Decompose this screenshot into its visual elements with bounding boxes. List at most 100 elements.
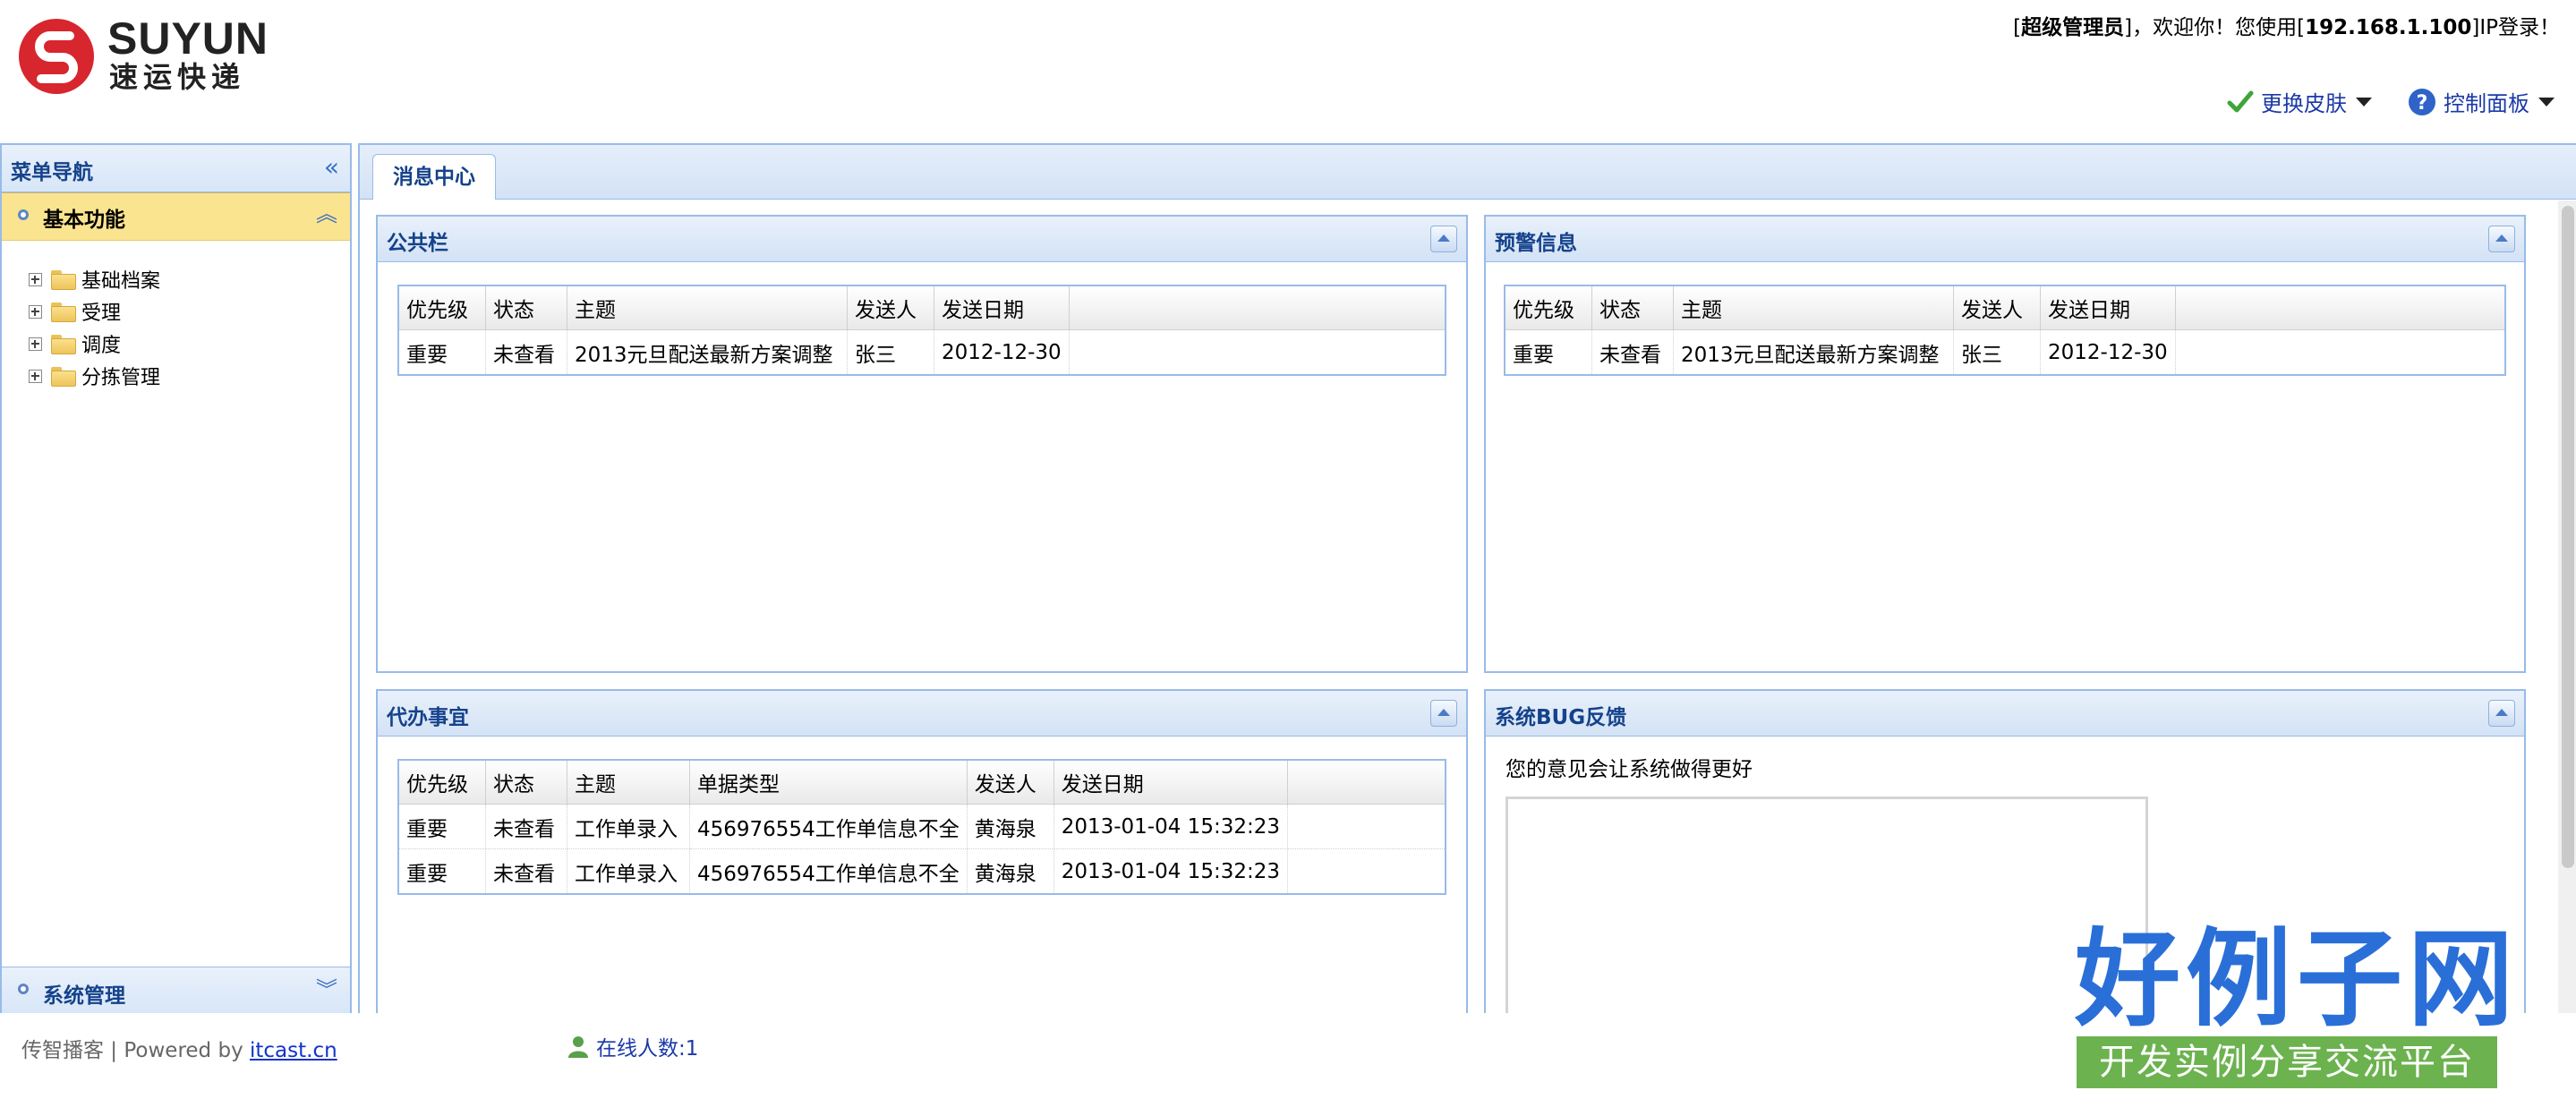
tree-item-dispatch[interactable]: 调度 (29, 328, 121, 360)
column-header[interactable]: 主题 (567, 760, 690, 805)
tree-item-acceptance[interactable]: 受理 (29, 295, 121, 328)
table-cell: 工作单录入 (567, 848, 690, 895)
collapse-up-icon[interactable] (2488, 226, 2515, 252)
column-header[interactable]: 发送日期 (1053, 760, 1288, 805)
footer-link[interactable]: itcast.cn (250, 1039, 337, 1062)
column-header[interactable]: 状态 (485, 285, 567, 330)
sidebar: 菜单导航 « 基本功能 ︽ 基础档案 受理 调度 分拣管理 系统管理 ︾ (0, 143, 352, 1017)
table-cell: 黄海泉 (967, 848, 1054, 895)
tab-message-center[interactable]: 消息中心 (372, 154, 496, 200)
portlet-title: 公共栏 (387, 232, 448, 255)
column-header[interactable]: 发送日期 (934, 285, 1070, 330)
portlet-title: 预警信息 (1495, 232, 1577, 255)
user-icon (568, 1036, 588, 1058)
tab-bar: 消息中心 (360, 145, 2576, 200)
collapse-up-icon[interactable] (2488, 700, 2515, 727)
column-header[interactable]: 状态 (1591, 285, 1674, 330)
accordion-basic-functions[interactable]: 基本功能 ︽ (2, 192, 350, 241)
portlet-warning-info: 预警信息 优先级 状态 主题 发送人 发送日期 重要 未查看 2013元旦配送最… (1484, 215, 2526, 673)
double-chevron-left-icon[interactable]: « (324, 152, 339, 182)
table-cell: 未查看 (485, 804, 567, 849)
column-header[interactable]: 状态 (485, 760, 567, 805)
table-cell: 未查看 (1591, 329, 1674, 376)
tree-item-archives[interactable]: 基础档案 (29, 263, 160, 295)
collapse-up-icon[interactable] (1430, 700, 1457, 727)
warning-table: 优先级 状态 主题 发送人 发送日期 重要 未查看 2013元旦配送最新方案调整… (1504, 285, 2506, 376)
login-ip: 192.168.1.100 (2305, 16, 2472, 39)
table-cell: 456976554工作单信息不全 (689, 848, 968, 895)
logo-text: SUYUN (107, 13, 269, 64)
tree-item-label: 基础档案 (81, 270, 161, 293)
welcome-text: ，欢迎你！您使用 (2132, 16, 2298, 39)
expand-icon[interactable] (29, 369, 42, 383)
table-header-row: 优先级 状态 主题 发送人 发送日期 (1505, 285, 2505, 330)
sidebar-header: 菜单导航 « (2, 145, 350, 192)
table-row[interactable]: 重要 未查看 2013元旦配送最新方案调整 张三 2012-12-30 (1505, 329, 2505, 376)
bullet-icon (18, 209, 29, 220)
table-cell: 2013元旦配送最新方案调整 (567, 329, 848, 376)
table-header-row: 优先级 状态 主题 单据类型 发送人 发送日期 (398, 760, 1446, 805)
table-cell: 2013-01-04 15:32:23 (1053, 804, 1288, 849)
table-cell: 张三 (1953, 329, 2041, 376)
control-panel-menu[interactable]: ? 控制面板 (2408, 86, 2555, 117)
column-header[interactable]: 优先级 (1505, 285, 1592, 330)
column-header[interactable]: 发送人 (967, 760, 1054, 805)
portlet-header: 系统BUG反馈 (1486, 691, 2524, 737)
tree-item-sorting[interactable]: 分拣管理 (29, 360, 160, 392)
table-cell: 2012-12-30 (934, 329, 1070, 376)
double-chevron-down-icon[interactable]: ︾ (316, 979, 337, 1001)
column-header-filler (2175, 285, 2505, 330)
column-header[interactable]: 单据类型 (689, 760, 968, 805)
scrollbar-thumb[interactable] (2562, 206, 2574, 868)
accordion-system-management[interactable]: 系统管理 ︾ (2, 967, 350, 1014)
expand-icon[interactable] (29, 337, 42, 351)
column-header[interactable]: 优先级 (398, 285, 486, 330)
table-cell: 张三 (847, 329, 934, 376)
column-header[interactable]: 发送日期 (2040, 285, 2176, 330)
table-row[interactable]: 重要 未查看 工作单录入 456976554工作单信息不全 黄海泉 2013-0… (398, 848, 1446, 895)
help-icon: ? (2409, 88, 2435, 115)
column-header[interactable]: 主题 (567, 285, 848, 330)
column-header[interactable]: 优先级 (398, 760, 486, 805)
table-row[interactable]: 重要 未查看 2013元旦配送最新方案调整 张三 2012-12-30 (398, 329, 1446, 376)
table-cell: 重要 (398, 804, 486, 849)
chevron-down-icon (2356, 97, 2372, 106)
scrollbar[interactable] (2558, 200, 2576, 1013)
portlet-header: 公共栏 (378, 217, 1466, 262)
portlet-header: 代办事宜 (378, 691, 1466, 737)
table-cell: 工作单录入 (567, 804, 690, 849)
table-cell: 2013元旦配送最新方案调整 (1673, 329, 1954, 376)
column-header-filler (1069, 285, 1446, 330)
bullet-icon (18, 984, 29, 994)
table-cell: 未查看 (485, 329, 567, 376)
table-cell: 456976554工作单信息不全 (689, 804, 968, 849)
feedback-prompt: 您的意见会让系统做得更好 (1506, 758, 1753, 781)
tree-item-label: 调度 (81, 335, 122, 357)
collapse-up-icon[interactable] (1430, 226, 1457, 252)
portlet-title: 系统BUG反馈 (1495, 706, 1627, 729)
watermark-subtitle: 开发实例分享交流平台 (2077, 1036, 2497, 1088)
table-row[interactable]: 重要 未查看 工作单录入 456976554工作单信息不全 黄海泉 2013-0… (398, 804, 1446, 849)
expand-icon[interactable] (29, 272, 42, 286)
table-cell-filler (1287, 848, 1446, 895)
online-users: 在线人数:1 (566, 1031, 698, 1061)
folder-icon (51, 270, 76, 290)
table-cell: 黄海泉 (967, 804, 1054, 849)
feedback-textarea[interactable] (1506, 797, 2148, 1023)
double-chevron-up-icon[interactable]: ︽ (316, 203, 337, 225)
expand-icon[interactable] (29, 304, 42, 319)
column-header[interactable]: 发送人 (1953, 285, 2041, 330)
welcome-message: [超级管理员]，欢迎你！您使用[192.168.1.100]IP登录！ (2013, 16, 2560, 39)
folder-icon (51, 302, 76, 322)
todo-table: 优先级 状态 主题 单据类型 发送人 发送日期 重要 未查看 工作单录入 456… (397, 759, 1446, 895)
change-skin-menu[interactable]: 更换皮肤 (2227, 86, 2372, 117)
tree-item-label: 分拣管理 (81, 367, 161, 389)
table-cell: 重要 (1505, 329, 1592, 376)
column-header[interactable]: 发送人 (847, 285, 934, 330)
logo-subtitle: 速运快递 (109, 60, 246, 94)
footer-credit-text: 传智播客 | Powered by (21, 1039, 250, 1062)
accordion-basic-title: 基本功能 (43, 209, 125, 232)
column-header[interactable]: 主题 (1673, 285, 1954, 330)
chevron-down-icon (2538, 97, 2555, 106)
table-cell: 重要 (398, 329, 486, 376)
